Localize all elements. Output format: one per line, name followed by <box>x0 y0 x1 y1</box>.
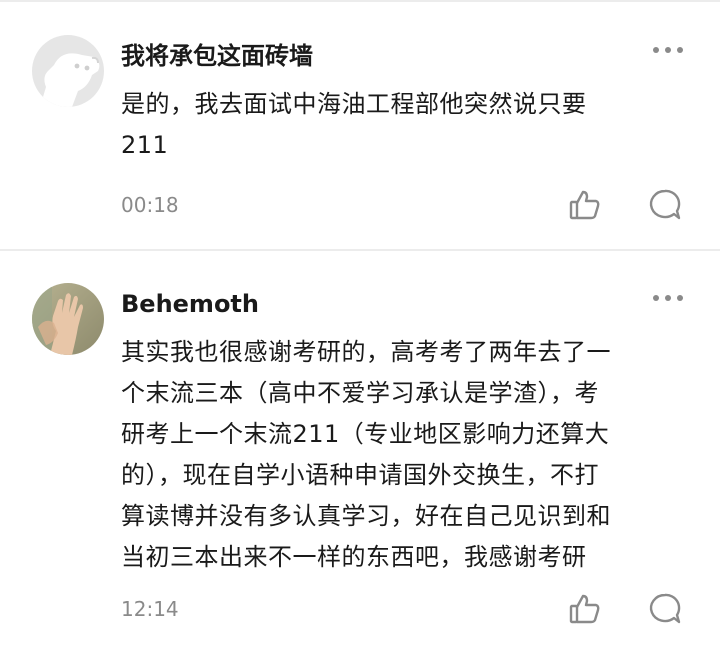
avatar[interactable] <box>32 35 104 107</box>
comment-text: 其实我也很感谢考研的，高考考了两年去了一 个末流三本（高中不爱学习承认是学渣），… <box>121 332 689 578</box>
comment-text-line: 其实我也很感谢考研的，高考考了两年去了一 <box>121 338 611 366</box>
reply-icon[interactable] <box>648 592 682 626</box>
comment-text-line: 个末流三本（高中不爱学习承认是学渣），考 <box>121 379 599 407</box>
comment-text-line: 211 <box>121 131 169 159</box>
dog-avatar-icon <box>32 35 104 107</box>
more-options-icon[interactable] <box>650 42 686 58</box>
comment-text-line: 的），现在自学小语种申请国外交换生，不打 <box>121 461 599 489</box>
more-options-icon[interactable] <box>650 290 686 306</box>
comment-time: 12:14 <box>121 597 179 621</box>
reply-icon[interactable] <box>648 188 682 222</box>
comment-text: 是的，我去面试中海油工程部他突然说只要 211 <box>121 84 689 166</box>
hand-photo-avatar-icon <box>32 283 104 355</box>
avatar[interactable] <box>32 283 104 355</box>
comment-text-line: 是的，我去面试中海油工程部他突然说只要 <box>121 90 587 118</box>
comment-time: 00:18 <box>121 193 179 217</box>
like-icon[interactable] <box>568 592 602 626</box>
comment-text-line: 算读博并没有多认真学习，好在自己见识到和 <box>121 502 611 530</box>
comment-text-line: 当初三本出来不一样的东西吧，我感谢考研 <box>121 543 587 571</box>
comment-item: Behemoth 其实我也很感谢考研的，高考考了两年去了一 个末流三本（高中不爱… <box>0 251 720 651</box>
like-icon[interactable] <box>568 188 602 222</box>
username[interactable]: 我将承包这面砖墙 <box>121 41 313 71</box>
comment-list: 我将承包这面砖墙 是的，我去面试中海油工程部他突然说只要 211 00:18 B… <box>0 0 720 651</box>
comment-item: 我将承包这面砖墙 是的，我去面试中海油工程部他突然说只要 211 00:18 <box>0 0 720 250</box>
comment-text-line: 研考上一个末流211（专业地区影响力还算大 <box>121 420 610 448</box>
username[interactable]: Behemoth <box>121 289 259 319</box>
